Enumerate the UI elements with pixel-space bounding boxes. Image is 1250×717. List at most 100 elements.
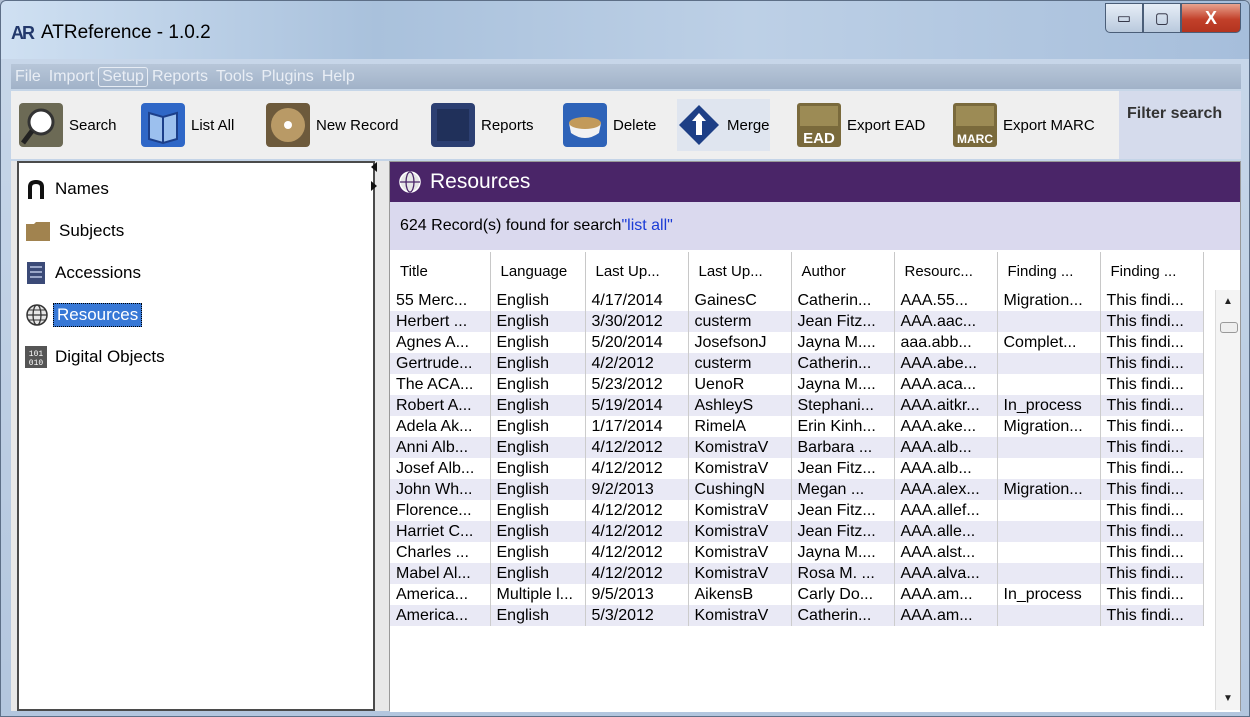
menu-plugins[interactable]: Plugins	[257, 68, 317, 86]
table-cell: Robert A...	[390, 395, 491, 416]
table-cell	[997, 500, 1101, 521]
table-cell: Jean Fitz...	[791, 500, 895, 521]
resources-panel: Resources 624 Record(s) found for search…	[389, 161, 1241, 712]
table-cell: Charles ...	[390, 542, 491, 563]
new-record-button[interactable]: New Record	[266, 99, 399, 151]
maximize-button[interactable]: ▢	[1143, 3, 1181, 33]
binary-icon: 101010	[25, 346, 47, 368]
filter-search-button[interactable]: Filter search	[1119, 91, 1241, 159]
menu-tools[interactable]: Tools	[212, 68, 257, 86]
table-cell	[997, 563, 1101, 584]
column-header-finding-aid-status[interactable]: Finding ...	[997, 252, 1101, 290]
table-cell: 4/12/2012	[585, 500, 689, 521]
export-marc-button[interactable]: MARC Export MARC	[953, 99, 1095, 151]
table-cell: In_process	[997, 395, 1101, 416]
close-button[interactable]: X	[1181, 3, 1241, 33]
collapse-panel-toggle[interactable]	[369, 161, 379, 201]
column-header-finding-aid-note[interactable]: Finding ...	[1100, 252, 1204, 290]
table-cell: English	[490, 332, 586, 353]
column-header-last-updated-by[interactable]: Last Up...	[688, 252, 792, 290]
export-ead-button[interactable]: EAD Export EAD	[797, 99, 925, 151]
table-row[interactable]: Florence... English 4/12/2012 KomistraV Jean…	[390, 500, 1204, 521]
scroll-up-icon[interactable]: ▲	[1223, 296, 1233, 307]
table-cell: AAA.alva...	[894, 563, 998, 584]
table-row[interactable]: John Wh... English 9/2/2013 CushingN Megan .…	[390, 479, 1204, 500]
scroll-down-icon[interactable]: ▼	[1223, 693, 1233, 704]
table-cell: Migration...	[997, 290, 1101, 311]
table-row[interactable]: Herbert ... English 3/30/2012 custerm Jean F…	[390, 311, 1204, 332]
menu-import[interactable]: Import	[45, 68, 98, 86]
sidebar-item-digital-objects[interactable]: 101 010 Digital Objects	[25, 343, 165, 371]
table-cell: English	[490, 374, 586, 395]
column-header-title[interactable]: Title	[390, 252, 491, 290]
table-cell	[997, 542, 1101, 563]
table-cell: English	[490, 563, 586, 584]
globe-icon	[26, 304, 48, 326]
reports-button[interactable]: Reports	[431, 99, 534, 151]
table-row[interactable]: Mabel Al... English 4/12/2012 KomistraV Rosa…	[390, 563, 1204, 584]
table-cell: English	[490, 311, 586, 332]
delete-button[interactable]: Delete	[563, 99, 656, 151]
table-cell: English	[490, 416, 586, 437]
table-row[interactable]: Robert A... English 5/19/2014 AshleyS Stepha…	[390, 395, 1204, 416]
table-cell: Erin Kinh...	[791, 416, 895, 437]
sidebar-item-label: Subjects	[59, 221, 125, 240]
table-cell: Gertrude...	[390, 353, 491, 374]
table-cell: Agnes A...	[390, 332, 491, 353]
report-icon	[431, 103, 475, 147]
table-cell: This findi...	[1100, 353, 1204, 374]
sidebar-item-subjects[interactable]: Subjects	[25, 217, 124, 245]
vertical-scrollbar[interactable]: ▲ ▼	[1215, 290, 1240, 710]
table-cell: Adela Ak...	[390, 416, 491, 437]
list-all-button[interactable]: List All	[141, 99, 234, 151]
column-header-last-updated[interactable]: Last Up...	[585, 252, 689, 290]
table-row[interactable]: America... Multiple l... 9/5/2013 AikensB Ca…	[390, 584, 1204, 605]
table-row[interactable]: The ACA... English 5/23/2012 UenoR Jayna M..…	[390, 374, 1204, 395]
table-cell: 55 Merc...	[390, 290, 491, 311]
menu-setup[interactable]: Setup	[98, 66, 148, 87]
menu-help[interactable]: Help	[318, 68, 359, 86]
search-button[interactable]: Search	[19, 99, 117, 151]
table-cell: Josef Alb...	[390, 458, 491, 479]
panel-title: Resources	[430, 170, 531, 193]
title-bar[interactable]: AR ATReference - 1.0.2 ▭ ▢ X	[1, 1, 1249, 59]
merge-button[interactable]: Merge	[677, 99, 770, 151]
menu-reports[interactable]: Reports	[148, 68, 212, 86]
table-cell: 4/12/2012	[585, 437, 689, 458]
sidebar-item-names[interactable]: Names	[25, 175, 109, 203]
table-cell: This findi...	[1100, 311, 1204, 332]
scrollbar-thumb[interactable]	[1220, 322, 1238, 333]
table-cell: Florence...	[390, 500, 491, 521]
column-header-language[interactable]: Language	[490, 252, 586, 290]
menu-file[interactable]: File	[11, 68, 45, 86]
sidebar-item-accessions[interactable]: Accessions	[25, 259, 141, 287]
table-cell: Catherin...	[791, 605, 895, 626]
table-cell: custerm	[688, 353, 792, 374]
table-row[interactable]: Gertrude... English 4/2/2012 custerm Catheri…	[390, 353, 1204, 374]
sidebar-item-label: Resources	[53, 303, 143, 327]
table-cell: This findi...	[1100, 500, 1204, 521]
records-count: 624 Record(s) found for search "list all…	[390, 202, 1240, 250]
table-row[interactable]: Adela Ak... English 1/17/2014 RimelA Erin Ki…	[390, 416, 1204, 437]
resources-table: Title Language Last Up... Last Up... Aut…	[390, 252, 1240, 712]
table-row[interactable]: Charles ... English 4/12/2012 KomistraV Jayn…	[390, 542, 1204, 563]
minimize-button[interactable]: ▭	[1105, 3, 1143, 33]
column-header-author[interactable]: Author	[791, 252, 895, 290]
sidebar-item-resources[interactable]: Resources	[25, 301, 143, 329]
table-cell	[997, 374, 1101, 395]
table-row[interactable]: Harriet C... English 4/12/2012 KomistraV Jea…	[390, 521, 1204, 542]
table-cell: 9/5/2013	[585, 584, 689, 605]
table-cell: KomistraV	[688, 458, 792, 479]
table-row[interactable]: America... English 5/3/2012 KomistraV Cather…	[390, 605, 1204, 626]
table-row[interactable]: Anni Alb... English 4/12/2012 KomistraV Barb…	[390, 437, 1204, 458]
table-cell: This findi...	[1100, 458, 1204, 479]
table-row[interactable]: 55 Merc... English 4/17/2014 GainesC Catheri…	[390, 290, 1204, 311]
table-cell: This findi...	[1100, 332, 1204, 353]
column-header-resource-id[interactable]: Resourc...	[894, 252, 998, 290]
table-row[interactable]: Josef Alb... English 4/12/2012 KomistraV Jea…	[390, 458, 1204, 479]
table-cell: Multiple l...	[490, 584, 586, 605]
ead-badge-text: EAD	[803, 130, 835, 147]
table-row[interactable]: Agnes A... English 5/20/2014 JosefsonJ Jayna…	[390, 332, 1204, 353]
table-cell: 4/12/2012	[585, 563, 689, 584]
table-cell: Jayna M....	[791, 374, 895, 395]
